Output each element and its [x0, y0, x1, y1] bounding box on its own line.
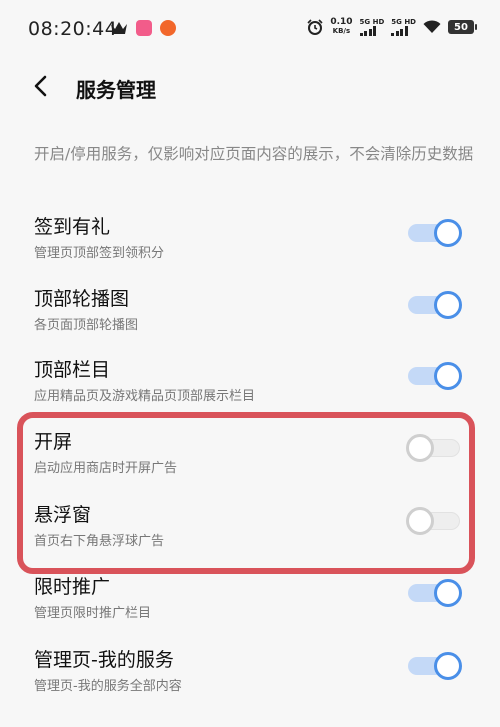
service-subtitle: 首页右下角悬浮球广告	[34, 534, 165, 549]
crown-icon	[111, 22, 127, 34]
signal-bars-icon	[391, 26, 408, 36]
clock: 08:20:44	[28, 18, 118, 40]
service-title: 悬浮窗	[34, 504, 92, 526]
service-title: 签到有礼	[34, 216, 111, 238]
service-subtitle: 管理页-我的服务全部内容	[34, 679, 182, 694]
service-item-floating-window: 悬浮窗 首页右下角悬浮球广告	[0, 500, 500, 564]
sim1-signal: 5G HD	[359, 18, 385, 36]
service-title: 开屏	[34, 431, 73, 453]
service-subtitle: 管理页顶部签到领积分	[34, 246, 165, 261]
service-item-splash-ad: 开屏 启动应用商店时开屏广告	[0, 427, 500, 491]
back-arrow-icon[interactable]	[30, 74, 54, 98]
carousel-toggle[interactable]	[408, 291, 462, 319]
signal-bars-icon	[359, 26, 377, 36]
limited-promo-toggle[interactable]	[408, 579, 462, 607]
sim1-label: 5G HD	[359, 18, 385, 26]
service-title: 顶部栏目	[34, 359, 111, 381]
service-item-my-services: 管理页-我的服务 管理页-我的服务全部内容	[0, 645, 500, 709]
status-indicators: 0.10 KB/s 5G HD 5G HD 50	[307, 18, 477, 36]
pumpkin-icon	[160, 20, 176, 36]
page-title: 服务管理	[76, 78, 156, 102]
service-item-carousel: 顶部轮播图 各页面顶部轮播图	[0, 284, 500, 348]
battery-level: 50	[454, 21, 468, 33]
service-title: 限时推广	[34, 576, 111, 598]
service-subtitle: 启动应用商店时开屏广告	[34, 461, 178, 476]
page-description: 开启/停用服务，仅影响对应页面内容的展示，不会清除历史数据	[34, 145, 474, 163]
app-notification-icon	[136, 20, 152, 36]
service-subtitle: 应用精品页及游戏精品页顶部展示栏目	[34, 389, 256, 404]
service-subtitle: 管理页限时推广栏目	[34, 606, 152, 621]
floating-window-toggle[interactable]	[406, 507, 460, 535]
service-title: 管理页-我的服务	[34, 649, 174, 671]
status-bar: 08:20:44 0.10 KB/s 5G HD 5G HD 50	[0, 0, 500, 60]
service-item-top-column: 顶部栏目 应用精品页及游戏精品页顶部展示栏目	[0, 355, 500, 419]
sim2-label: 5G HD	[391, 18, 416, 26]
service-title: 顶部轮播图	[34, 288, 130, 310]
notification-icons	[110, 20, 176, 36]
app-header: 服务管理	[0, 60, 500, 116]
my-services-toggle[interactable]	[408, 652, 462, 680]
speed-unit: KB/s	[332, 27, 351, 35]
checkin-toggle[interactable]	[408, 219, 462, 247]
service-subtitle: 各页面顶部轮播图	[34, 318, 139, 333]
battery-icon: 50	[448, 20, 477, 34]
network-speed: 0.10 KB/s	[330, 18, 352, 36]
splash-ad-toggle[interactable]	[406, 434, 460, 462]
service-item-checkin: 签到有礼 管理页顶部签到领积分	[0, 212, 500, 276]
top-column-toggle[interactable]	[408, 362, 462, 390]
sim2-signal: 5G HD	[391, 18, 416, 36]
alarm-icon	[307, 19, 323, 35]
speed-value: 0.10	[330, 17, 353, 27]
wifi-icon	[423, 20, 441, 33]
service-item-limited-promo: 限时推广 管理页限时推广栏目	[0, 572, 500, 636]
